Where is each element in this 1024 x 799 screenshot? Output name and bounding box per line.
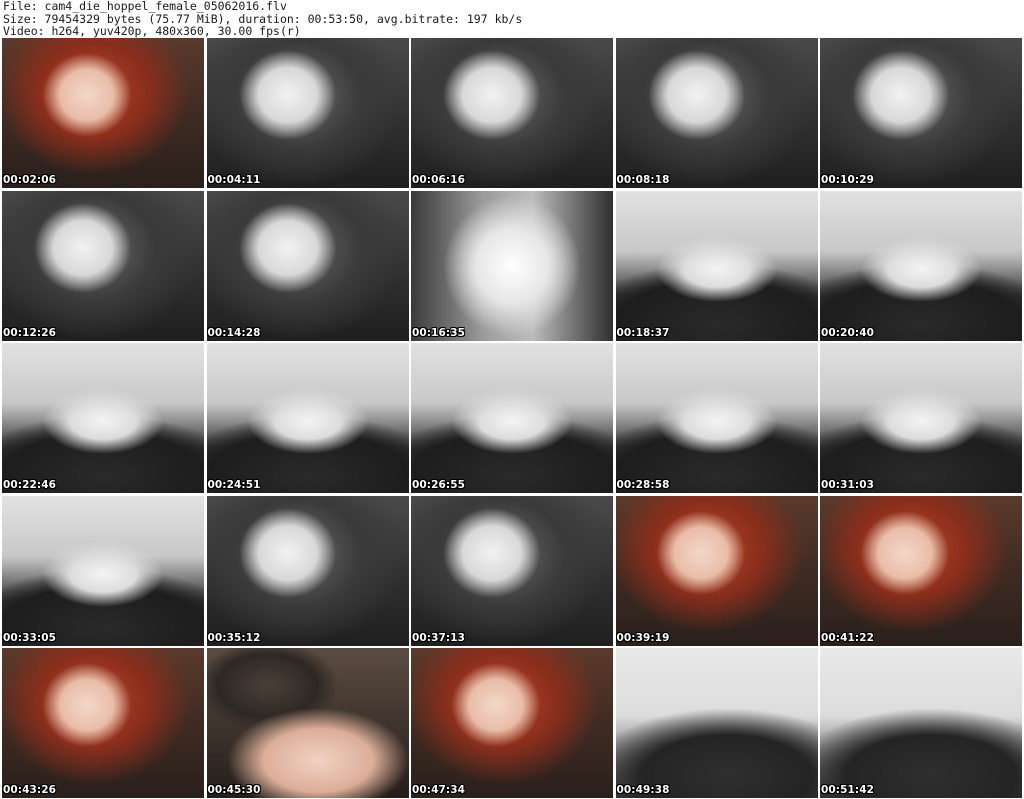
video-thumbnail: 00:08:18 [615, 38, 818, 188]
thumbnail-timestamp: 00:08:18 [616, 174, 670, 186]
thumbnail-grid: 00:02:06 00:04:11 00:06:16 00:08:18 00:10:29… [2, 38, 1022, 798]
video-thumbnail: 00:18:37 [615, 190, 818, 341]
thumbnail-frame-image [206, 190, 409, 341]
thumbnail-timestamp: 00:24:51 [207, 479, 261, 491]
thumbnail-timestamp: 00:49:38 [616, 784, 670, 796]
video-info-line: Video: h264, yuv420p, 480x360, 30.00 fps… [3, 24, 301, 39]
thumbnail-frame-image [206, 38, 409, 188]
file-name-line: File: cam4_die_hoppel_female_05062016.fl… [3, 0, 287, 13]
video-thumbnail: 00:35:12 [206, 495, 409, 646]
thumbnail-frame-image [820, 343, 1022, 493]
video-thumbnail: 00:06:16 [411, 38, 613, 188]
thumbnail-frame-image [820, 495, 1022, 646]
thumbnail-frame-image [411, 648, 613, 798]
thumbnail-timestamp: 00:14:28 [207, 326, 261, 339]
video-thumbnail: 00:41:22 [820, 495, 1022, 646]
thumbnail-timestamp: 00:43:26 [3, 784, 57, 796]
thumbnail-frame-image [820, 38, 1022, 188]
thumbnail-frame-image [615, 38, 818, 188]
thumbnail-timestamp: 00:18:37 [616, 326, 670, 339]
video-thumbnail: 00:12:26 [2, 190, 204, 341]
video-thumbnail: 00:49:38 [615, 648, 818, 798]
thumbnail-timestamp: 00:02:06 [3, 174, 57, 186]
thumbnail-timestamp: 00:35:12 [207, 631, 261, 644]
thumbnail-frame-image [2, 343, 204, 493]
thumbnail-frame-image [615, 495, 818, 646]
thumbnail-frame-image [411, 190, 613, 341]
thumbnail-timestamp: 00:10:29 [821, 174, 875, 186]
video-thumbnail: 00:26:55 [411, 343, 613, 493]
thumbnail-timestamp: 00:33:05 [3, 631, 57, 644]
thumbnail-frame-image [615, 190, 818, 341]
video-thumbnail: 00:39:19 [615, 495, 818, 646]
thumbnail-timestamp: 00:37:13 [412, 631, 466, 644]
thumbnail-frame-image [411, 343, 613, 493]
thumbnail-frame-image [2, 38, 204, 188]
video-thumbnail: 00:31:03 [820, 343, 1022, 493]
thumbnail-frame-image [2, 495, 204, 646]
thumbnail-frame-image [820, 648, 1022, 798]
thumbnail-frame-image [206, 495, 409, 646]
video-thumbnail: 00:33:05 [2, 495, 204, 646]
thumbnail-timestamp: 00:04:11 [207, 174, 261, 186]
video-thumbnail: 00:16:35 [411, 190, 613, 341]
thumbnail-timestamp: 00:20:40 [821, 326, 875, 339]
thumbnail-frame-image [411, 38, 613, 188]
video-thumbnail: 00:22:46 [2, 343, 204, 493]
thumbnail-frame-image [206, 648, 409, 798]
thumbnail-frame-image [2, 190, 204, 341]
video-thumbnail: 00:43:26 [2, 648, 204, 798]
thumbnail-timestamp: 00:06:16 [412, 174, 466, 186]
thumbnail-timestamp: 00:31:03 [821, 479, 875, 491]
thumbnail-timestamp: 00:51:42 [821, 784, 875, 796]
video-thumbnail: 00:10:29 [820, 38, 1022, 188]
thumbnail-timestamp: 00:45:30 [207, 784, 261, 796]
video-thumbnail: 00:45:30 [206, 648, 409, 798]
video-thumbnail: 00:24:51 [206, 343, 409, 493]
video-thumbnail: 00:28:58 [615, 343, 818, 493]
thumbnail-timestamp: 00:28:58 [616, 479, 670, 491]
thumbnail-frame-image [615, 343, 818, 493]
thumbnail-frame-image [411, 495, 613, 646]
thumbnail-frame-image [615, 648, 818, 798]
video-thumbnail: 00:14:28 [206, 190, 409, 341]
thumbnail-timestamp: 00:39:19 [616, 631, 670, 644]
thumbnail-timestamp: 00:16:35 [412, 326, 466, 339]
thumbnail-timestamp: 00:41:22 [821, 631, 875, 644]
thumbnail-frame-image [2, 648, 204, 798]
thumbnail-timestamp: 00:22:46 [3, 479, 57, 491]
video-thumbnail: 00:04:11 [206, 38, 409, 188]
file-info-header: File: cam4_die_hoppel_female_05062016.fl… [3, 0, 1021, 38]
thumbnail-timestamp: 00:47:34 [412, 784, 466, 796]
video-thumbnail: 00:51:42 [820, 648, 1022, 798]
video-thumbnail: 00:02:06 [2, 38, 204, 188]
thumbnail-timestamp: 00:12:26 [3, 326, 57, 339]
thumbnail-frame-image [820, 190, 1022, 341]
thumbnail-frame-image [206, 343, 409, 493]
video-thumbnail: 00:47:34 [411, 648, 613, 798]
thumbnail-timestamp: 00:26:55 [412, 479, 466, 491]
video-thumbnail: 00:20:40 [820, 190, 1022, 341]
video-thumbnail: 00:37:13 [411, 495, 613, 646]
